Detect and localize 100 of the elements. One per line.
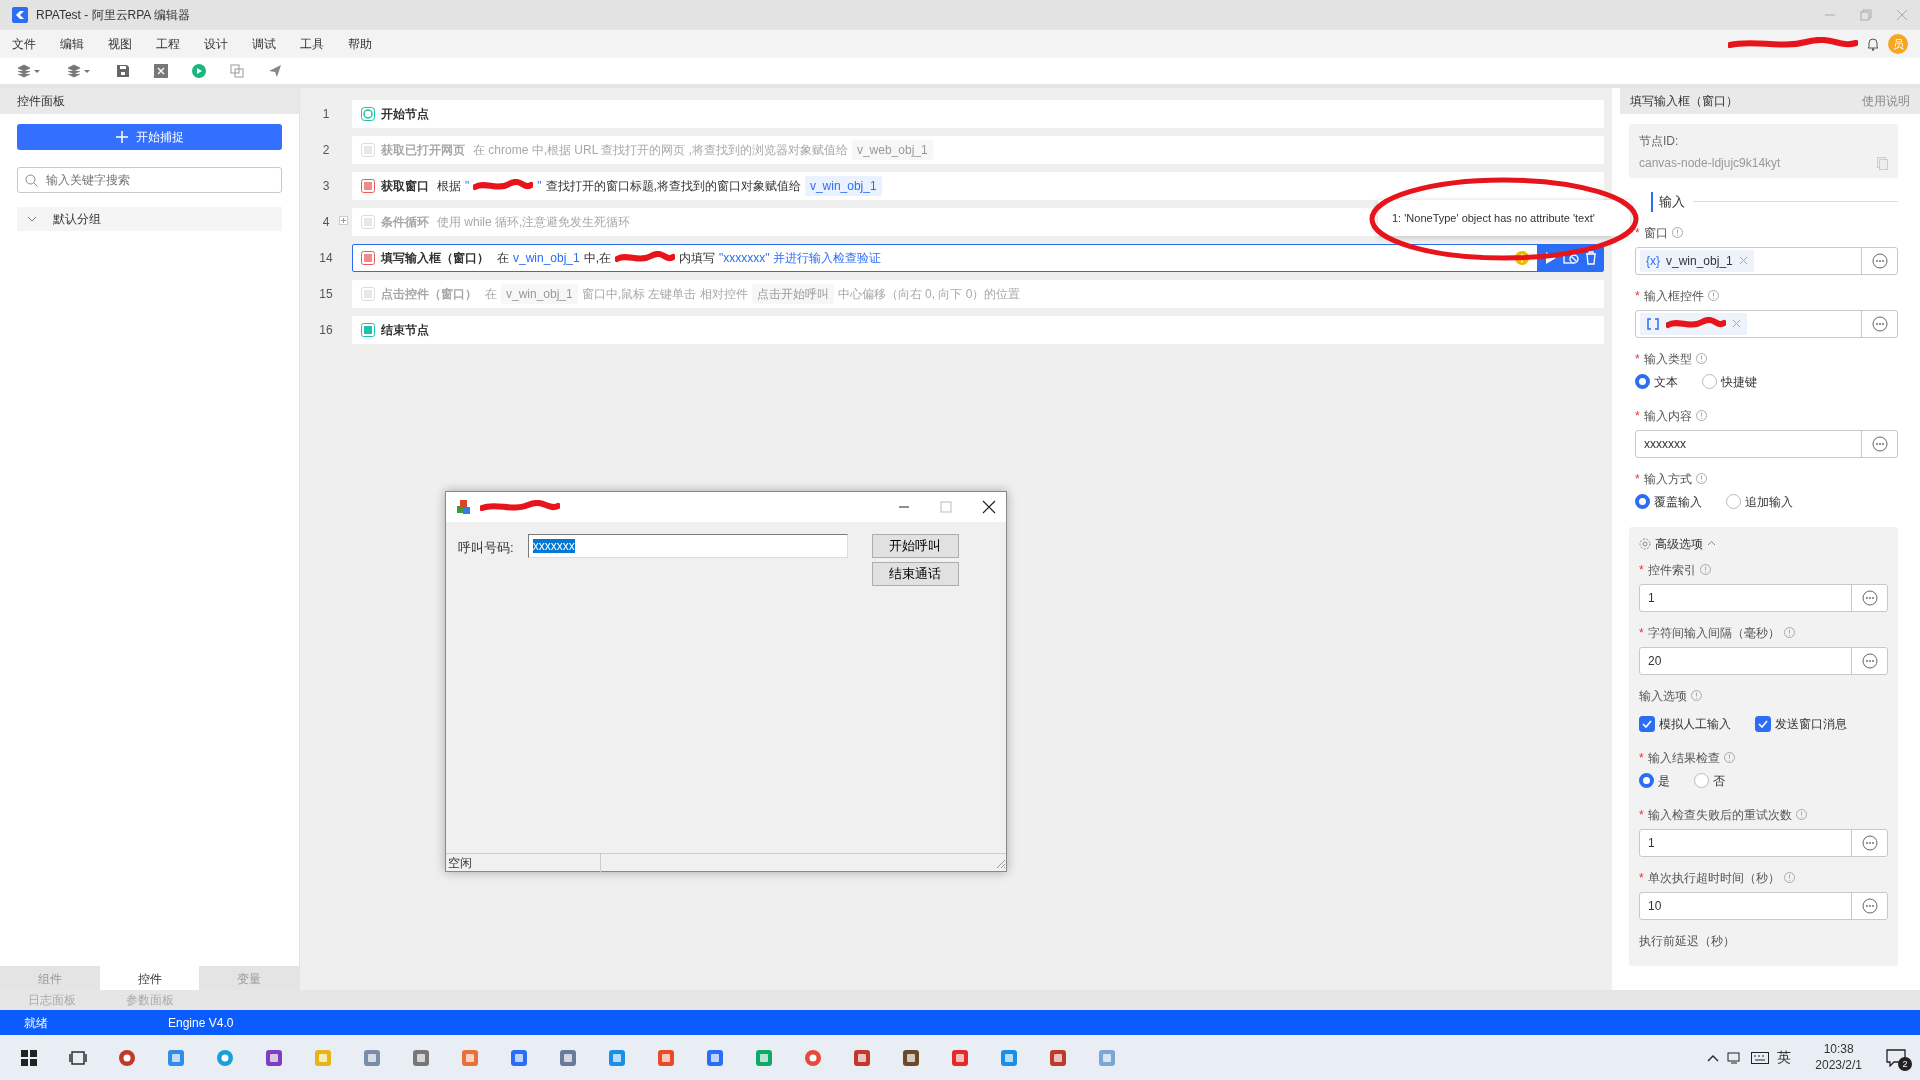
input-field[interactable]: xxxxxxx (1635, 429, 1898, 458)
app-icon[interactable] (705, 1048, 724, 1067)
string-value: " (465, 178, 470, 195)
step-row[interactable]: 开始节点 (352, 100, 1604, 128)
app-icon[interactable] (362, 1048, 381, 1067)
app-icon[interactable] (901, 1048, 920, 1067)
input-field[interactable]: 10 (1639, 891, 1888, 920)
radio-button[interactable] (1635, 374, 1650, 389)
option-label[interactable]: 是 (1658, 771, 1670, 790)
more-button[interactable] (1871, 435, 1888, 452)
step-row[interactable]: 填写输入框（窗口） 在 v_win_obj_1 中,在 内填写 "xxxxxxx" 并进行输入检查验证 (352, 244, 1604, 272)
menu-item[interactable]: 视图 (108, 35, 132, 53)
save-icon[interactable] (116, 64, 130, 78)
step-description: 在 chrome 中,根据 URL 查找打开的网页 ,将查找到的浏览器对象赋值给 (473, 142, 848, 159)
checkbox[interactable] (1639, 715, 1655, 732)
checkbox[interactable] (1755, 715, 1771, 732)
string-value: "xxxxxxx" 并进行输入检查验证 (719, 250, 881, 267)
radio-button[interactable] (1694, 773, 1709, 788)
remove-icon[interactable] (1732, 319, 1741, 328)
menu-item[interactable]: 帮助 (348, 35, 372, 53)
ide-icon[interactable] (264, 1048, 283, 1067)
delete-icon[interactable] (1585, 251, 1597, 265)
copy-icon[interactable] (230, 64, 244, 78)
radio-button[interactable] (1726, 494, 1741, 509)
step-row[interactable]: 获取窗口 根据 " " 查找打开的窗口标题,将查找到的窗口对象赋值给 v_win_obj_1 (352, 172, 1604, 200)
more-button[interactable] (1861, 897, 1878, 914)
layers-dropdown-icon[interactable] (16, 64, 42, 78)
node-id-value: canvas-node-ldjujc9k14kyt (1639, 155, 1781, 172)
app-icon[interactable] (999, 1048, 1018, 1067)
search-field[interactable]: 输入关键字搜索 (17, 167, 282, 193)
app-icon[interactable] (656, 1048, 675, 1067)
play-icon[interactable] (1543, 251, 1557, 265)
variable-tag: v_win_obj_1 (501, 284, 578, 304)
app-icon[interactable] (1048, 1048, 1067, 1067)
input-field[interactable]: 1 (1639, 828, 1888, 857)
section-title: 输入 (1651, 192, 1685, 212)
radio-button[interactable] (1639, 773, 1654, 788)
input-field[interactable]: 1 (1639, 583, 1888, 612)
dialog-button[interactable]: 结束通话 (871, 562, 959, 586)
close-icon[interactable] (982, 500, 996, 514)
notification-icon[interactable] (1886, 1048, 1906, 1067)
menu-item[interactable]: 设计 (204, 35, 228, 53)
dialog-button[interactable]: 开始呼叫 (871, 534, 959, 558)
browser-icon[interactable] (117, 1048, 136, 1067)
run-icon[interactable] (192, 64, 206, 78)
app-icon[interactable] (558, 1048, 577, 1067)
menu-item[interactable]: 文件 (12, 35, 36, 53)
option-label[interactable]: 模拟人工输入 (1659, 714, 1731, 733)
notification-count: 2 (1898, 1056, 1912, 1071)
clock[interactable]: 10:38 2023/2/1 (1815, 1041, 1862, 1074)
task-view-icon[interactable] (68, 1048, 87, 1067)
keyboard-icon[interactable] (1751, 1051, 1770, 1064)
panel-title: 控件面板 (0, 88, 299, 114)
layers-dropdown-icon[interactable] (66, 64, 92, 78)
skip-icon[interactable] (1563, 251, 1579, 265)
more-button[interactable] (1861, 834, 1878, 851)
option-label[interactable]: 追加输入 (1745, 492, 1793, 511)
radio-button[interactable] (1635, 494, 1650, 509)
browser-icon[interactable] (215, 1048, 234, 1067)
ime-indicator[interactable]: 英 (1777, 1047, 1792, 1068)
menu-item[interactable]: 工程 (156, 35, 180, 53)
bell-icon[interactable] (1866, 37, 1880, 51)
more-button[interactable] (1861, 589, 1878, 606)
radio-button[interactable] (1702, 374, 1717, 389)
field-label: 执行前延迟（秒） (1639, 932, 1735, 950)
variable-field[interactable]: {x} v_win_obj_1 (1635, 246, 1898, 275)
option-label[interactable]: 否 (1713, 771, 1725, 790)
send-icon[interactable] (268, 64, 282, 78)
menu-item[interactable]: 工具 (300, 35, 324, 53)
element-picker-field[interactable] (1635, 309, 1898, 338)
more-button[interactable] (1861, 652, 1878, 669)
phone-icon[interactable] (950, 1048, 969, 1067)
menu-item[interactable]: 调试 (252, 35, 276, 53)
browser-icon[interactable] (803, 1048, 822, 1067)
input-field[interactable]: 20 (1639, 646, 1888, 675)
step-description: 在 (485, 286, 497, 303)
option-label[interactable]: 快捷键 (1721, 372, 1757, 391)
option-label[interactable]: 发送窗口消息 (1775, 714, 1847, 733)
step-row[interactable]: 结束节点 (352, 316, 1604, 344)
field-label: 单次执行超时时间（秒） (1647, 869, 1780, 887)
menu-item[interactable]: 编辑 (60, 35, 84, 53)
remove-icon[interactable] (1738, 256, 1748, 265)
step-title: 结束节点 (381, 322, 429, 339)
phone-number-field[interactable]: xxxxxxx (527, 534, 848, 558)
option-label[interactable]: 文本 (1654, 372, 1678, 391)
capture-button[interactable]: 开始捕捉 (17, 124, 282, 150)
folder-icon[interactable] (166, 1048, 185, 1067)
windows-start-icon[interactable] (19, 1048, 38, 1067)
group-item[interactable]: 默认分组 (17, 207, 282, 231)
more-button[interactable] (1871, 252, 1888, 269)
chevron-up-icon[interactable] (1707, 1053, 1720, 1062)
advanced-toggle[interactable]: 高级选项 (1639, 534, 1888, 553)
code-editor-icon[interactable] (607, 1048, 626, 1067)
info-icon (1695, 410, 1707, 421)
required-mark: * (1639, 624, 1644, 642)
option-label[interactable]: 覆盖输入 (1654, 492, 1702, 511)
app-icon[interactable] (852, 1048, 871, 1067)
app-icon[interactable] (509, 1048, 528, 1067)
document-icon[interactable] (411, 1048, 430, 1067)
more-button[interactable] (1871, 315, 1888, 332)
